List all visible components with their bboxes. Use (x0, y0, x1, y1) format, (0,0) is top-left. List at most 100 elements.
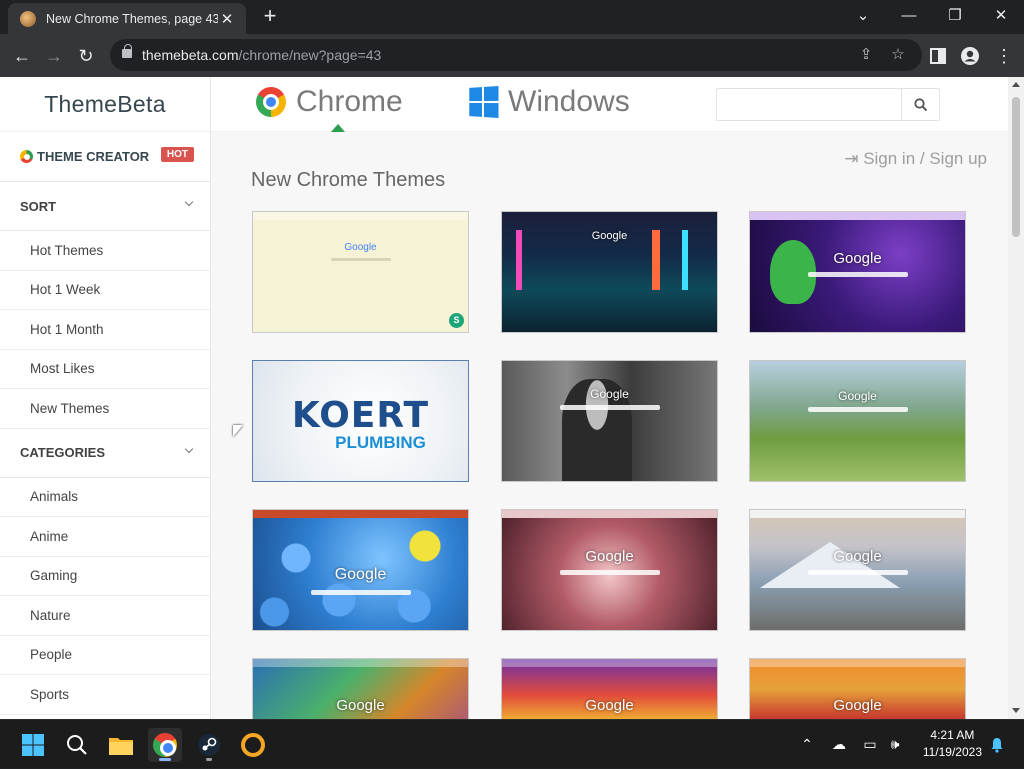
url-text[interactable]: themebeta.com/chrome/new?page=43 (142, 47, 381, 63)
thumb-searchbox (311, 590, 411, 595)
theme-thumbnail-neon-city[interactable]: Google (501, 211, 718, 333)
sort-section-header[interactable]: SORT (0, 182, 210, 231)
koert-brand-text: KOERT (291, 395, 430, 436)
theme-thumbnail-mount-fuji[interactable]: Google (749, 509, 966, 631)
profile-avatar-icon[interactable] (960, 46, 980, 66)
sidebar-item-hot-1-month[interactable]: Hot 1 Month (0, 310, 210, 350)
thumb-google-label: Google (336, 697, 385, 714)
windows-logo-icon (469, 86, 499, 118)
sidebar-item-hot-1-week[interactable]: Hot 1 Week (0, 271, 210, 310)
running-indicator (159, 758, 171, 761)
bookmark-star-icon[interactable]: ☆ (888, 45, 908, 63)
back-arrow-icon[interactable]: ← (8, 42, 36, 70)
theme-thumbnail-monochrome-singer[interactable]: Google (501, 360, 718, 482)
site-logo[interactable]: ThemeBeta (0, 77, 210, 132)
steam-icon (198, 734, 220, 756)
restore-button[interactable]: ❐ (932, 0, 978, 34)
browser-tab-active[interactable]: New Chrome Themes, page 43 - ✕ (8, 3, 246, 34)
scrollbar-thumb[interactable] (1012, 97, 1020, 237)
theme-thumbnail-colorful-abstract-1[interactable]: Google (252, 658, 469, 719)
close-window-button[interactable]: ✕ (978, 0, 1024, 34)
notification-bell-icon[interactable] (986, 720, 1008, 769)
sidebar-item-hot-themes[interactable]: Hot Themes (0, 231, 210, 271)
windows-taskbar: ⌃ ☁ ▭ 🕪 4:21 AM 11/19/2023 (0, 719, 1024, 768)
categories-section-header[interactable]: CATEGORIES (0, 429, 210, 478)
start-button[interactable] (16, 728, 50, 762)
tab-close-icon[interactable]: ✕ (218, 10, 236, 28)
address-bar[interactable]: themebeta.com/chrome/new?page=43 ⇪ ☆ (110, 39, 922, 71)
theme-thumbnail-pastel-cream[interactable]: Google S (252, 211, 469, 333)
tab-title: New Chrome Themes, page 43 - (46, 11, 218, 26)
browser-toolbar: ← → ↻ themebeta.com/chrome/new?page=43 ⇪… (0, 34, 1024, 77)
folder-icon (109, 738, 133, 755)
theme-thumbnail-rainbow-abstract-3[interactable]: Google (749, 658, 966, 719)
thumb-google-label: Google (833, 697, 882, 714)
sidebar-item-sports[interactable]: Sports (0, 675, 210, 715)
bell-icon (991, 737, 1003, 753)
search-button[interactable] (901, 89, 939, 120)
theme-thumbnail-blue-smileys[interactable]: Google (252, 509, 469, 631)
page-scrollbar[interactable] (1008, 77, 1024, 719)
thumb-searchbox (808, 407, 908, 412)
sidebar-item-new-themes[interactable]: New Themes (0, 389, 210, 429)
chrome-mini-icon (20, 150, 33, 163)
sidebar-item-most-likes[interactable]: Most Likes (0, 350, 210, 389)
sort-heading: SORT (20, 198, 57, 214)
theme-thumbnail-koert-plumbing[interactable]: KOERT PLUMBING (252, 360, 469, 482)
theme-thumbnail-rainbow-abstract-2[interactable]: Google (501, 658, 718, 719)
sidebar-item-nature[interactable]: Nature (0, 596, 210, 636)
new-tab-button[interactable]: + (258, 5, 282, 29)
sidebar-item-anime[interactable]: Anime (0, 517, 210, 557)
theme-thumbnail-green-meadow[interactable]: Google (749, 360, 966, 482)
chrome-icon (153, 733, 177, 757)
reload-icon[interactable]: ↻ (72, 42, 100, 70)
tab-favicon-icon (20, 10, 36, 27)
search-input[interactable] (717, 89, 902, 120)
tab-search-chevron-icon[interactable]: ⌄ (840, 0, 886, 34)
theme-thumbnail-anime-girl[interactable]: Google (501, 509, 718, 631)
taskbar-search-button[interactable] (60, 728, 94, 762)
side-panel-icon[interactable] (928, 46, 948, 66)
clock-time: 4:21 AM (930, 728, 975, 742)
thumb-google-label: Google (833, 548, 882, 565)
onedrive-offline-icon[interactable]: ☁ (826, 720, 852, 769)
sidebar-item-gaming[interactable]: Gaming (0, 557, 210, 596)
share-icon[interactable]: ⇪ (856, 45, 876, 63)
thumb-google-label: Google (838, 389, 877, 403)
app-taskbar-button[interactable] (236, 728, 270, 762)
chevron-down-icon (184, 197, 194, 207)
taskbar-clock[interactable]: 4:21 AM 11/19/2023 (923, 727, 982, 761)
minimize-button[interactable]: — (886, 0, 932, 34)
chrome-platform-tab[interactable]: Chrome (256, 85, 403, 119)
thumb-tabbar (253, 510, 468, 518)
scroll-up-arrow-icon[interactable] (1012, 82, 1020, 87)
tray-overflow-chevron-icon[interactable]: ⌃ (796, 720, 818, 769)
forward-arrow-icon[interactable]: → (40, 42, 68, 70)
scroll-down-arrow-icon[interactable] (1012, 708, 1020, 713)
hot-badge: HOT (160, 147, 194, 162)
theme-creator-link[interactable]: THEME CREATOR HOT (0, 132, 210, 182)
thumb-google-label: Google (585, 697, 634, 714)
chrome-taskbar-button[interactable] (148, 728, 182, 762)
file-explorer-button[interactable] (104, 728, 138, 762)
thumb-tabbar (750, 659, 965, 667)
sign-in-label: Sign in / Sign up (863, 149, 987, 168)
lock-icon[interactable] (122, 44, 132, 58)
thumb-google-label: Google (590, 387, 629, 401)
sidebar-item-animals[interactable]: Animals (0, 478, 210, 517)
thumb-google-label: Google (344, 242, 377, 253)
chrome-logo-icon (256, 87, 286, 117)
steam-taskbar-button[interactable] (192, 728, 226, 762)
sign-in-link[interactable]: ⇥ Sign in / Sign up (844, 149, 987, 169)
windows-platform-tab[interactable]: Windows (468, 85, 630, 119)
chevron-down-icon (184, 444, 194, 453)
sidebar-item-people[interactable]: People (0, 636, 210, 675)
windows-platform-label: Windows (508, 85, 630, 118)
platform-nav: Chrome Windows (211, 77, 1008, 132)
volume-icon[interactable]: 🕪 (884, 720, 906, 769)
theme-thumbnail-green-frog[interactable]: Google (749, 211, 966, 333)
site-search (716, 88, 940, 121)
network-icon[interactable]: ▭ (858, 720, 882, 769)
plumbing-text: PLUMBING (335, 433, 426, 452)
kebab-menu-icon[interactable]: ⋮ (990, 42, 1018, 70)
